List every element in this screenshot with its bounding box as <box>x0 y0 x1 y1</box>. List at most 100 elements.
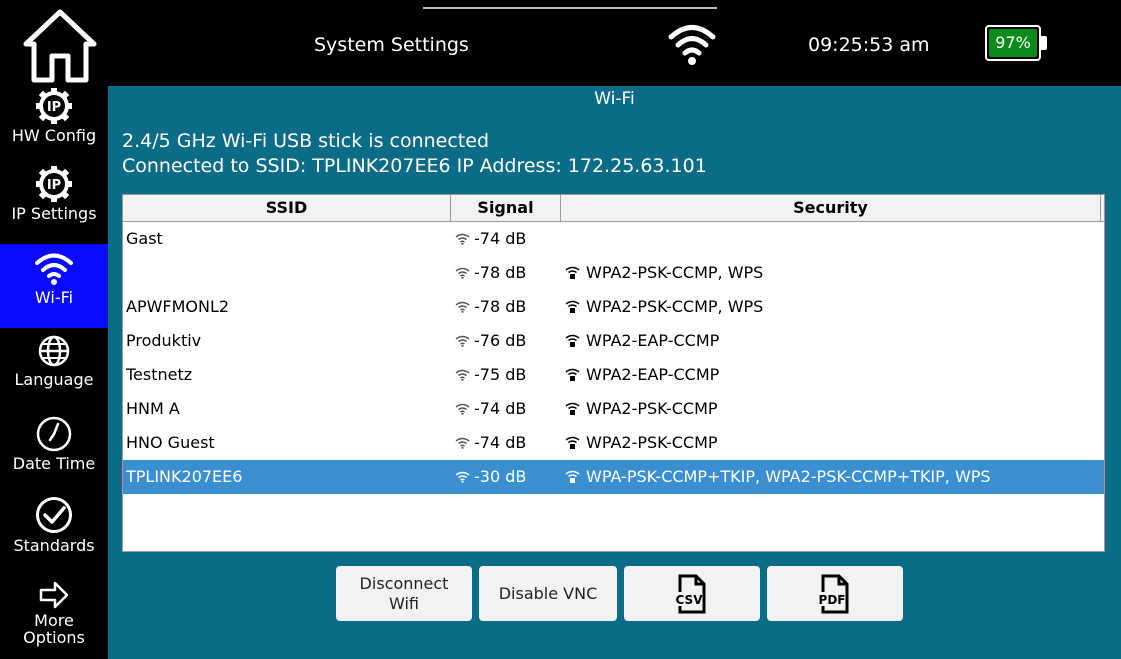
signal-value: -74 dB <box>474 399 527 418</box>
signal-value: -74 dB <box>474 433 527 452</box>
ip-gear-icon: IP <box>36 88 72 124</box>
table-row[interactable]: Produktiv -76 dB WPA2-EAP-CCMP <box>123 324 1104 358</box>
sidebar-item-label: Wi-Fi <box>34 288 74 307</box>
ip-gear-icon: IP <box>36 166 72 202</box>
disconnect-wifi-button[interactable]: Disconnect Wifi <box>336 566 472 621</box>
cell-ssid: HNM A <box>126 399 180 418</box>
clock-text: 09:25:53 am <box>808 34 930 56</box>
csv-icon-text: CSV <box>676 593 703 607</box>
table-row[interactable]: -78 dB WPA2-PSK-CCMP, WPS <box>123 256 1104 290</box>
check-circle-icon <box>36 497 72 533</box>
table-row[interactable]: HNM A -74 dB WPA2-PSK-CCMP <box>123 392 1104 426</box>
button-label: Disconnect <box>359 573 449 593</box>
battery-percent: 97% <box>995 33 1031 52</box>
cell-signal: -78 dB <box>455 290 526 324</box>
cell-ssid: Produktiv <box>126 331 202 350</box>
column-header-security[interactable]: Security <box>561 195 1101 221</box>
security-value: WPA2-EAP-CCMP <box>586 331 720 350</box>
lock-icon <box>565 470 580 483</box>
button-label: Disable VNC <box>498 583 598 603</box>
signal-value: -78 dB <box>474 297 527 316</box>
sidebar-item-label-line2: Options <box>23 628 85 647</box>
security-value: WPA-PSK-CCMP+TKIP, WPA2-PSK-CCMP+TKIP, W… <box>586 467 991 486</box>
status-line-connection: Connected to SSID: TPLINK207EE6 IP Addre… <box>122 155 707 177</box>
lock-icon <box>565 368 580 381</box>
wifi-network-table[interactable]: SSID Signal Security Gast -74 dB -78 dB WPA… <box>122 194 1105 552</box>
table-row[interactable]: APWFMONL2 -78 dB WPA2-PSK-CCMP, WPS <box>123 290 1104 324</box>
table-row[interactable]: HNO Guest -74 dB WPA2-PSK-CCMP <box>123 426 1104 460</box>
top-divider <box>423 7 717 9</box>
signal-value: -78 dB <box>474 263 527 282</box>
cell-security: WPA2-PSK-CCMP, WPS <box>565 256 763 290</box>
cell-signal: -75 dB <box>455 358 526 392</box>
globe-icon <box>38 335 70 367</box>
signal-icon <box>455 233 470 245</box>
security-value: WPA2-EAP-CCMP <box>586 365 720 384</box>
cell-security: WPA2-EAP-CCMP <box>565 358 719 392</box>
cell-signal: -74 dB <box>455 222 526 256</box>
top-bar: System Settings 09:25:53 am 97% <box>0 0 1121 86</box>
table-row[interactable]: Testnetz -75 dB WPA2-EAP-CCMP <box>123 358 1104 392</box>
disable-vnc-button[interactable]: Disable VNC <box>479 566 617 621</box>
sidebar-item-more-options[interactable]: More Options <box>0 580 108 659</box>
sidebar-item-standards[interactable]: Standards <box>0 496 108 572</box>
sidebar-item-label: Language <box>14 370 94 389</box>
table-header: SSID Signal Security <box>123 195 1104 222</box>
main-panel: Wi-Fi 2.4/5 GHz Wi-Fi USB stick is conne… <box>108 86 1121 659</box>
security-value: WPA2-PSK-CCMP, WPS <box>586 263 764 282</box>
svg-text:IP: IP <box>47 100 61 115</box>
cell-signal: -74 dB <box>455 392 526 426</box>
cell-security: WPA2-PSK-CCMP <box>565 426 718 460</box>
lock-icon <box>565 334 580 347</box>
signal-value: -76 dB <box>474 331 527 350</box>
cell-security: WPA-PSK-CCMP+TKIP, WPA2-PSK-CCMP+TKIP, W… <box>565 460 991 494</box>
signal-icon <box>455 403 470 415</box>
table-row[interactable]: Gast -74 dB <box>123 222 1104 256</box>
section-title: Wi-Fi <box>594 89 635 109</box>
cell-signal: -30 dB <box>455 460 526 494</box>
sidebar-item-language[interactable]: Language <box>0 334 108 410</box>
sidebar-item-label: HW Config <box>11 126 97 145</box>
cell-ssid: Gast <box>126 229 163 248</box>
cell-security: WPA2-PSK-CCMP <box>565 392 718 426</box>
export-pdf-button[interactable]: PDF <box>767 566 903 621</box>
lock-icon <box>565 266 580 279</box>
csv-file-icon: CSV <box>676 574 706 613</box>
sidebar-item-hw-config[interactable]: IP HW Config <box>0 88 108 160</box>
clock-icon <box>36 416 72 452</box>
battery-indicator: 97% <box>985 25 1049 63</box>
cell-signal: -76 dB <box>455 324 526 358</box>
pdf-file-icon: PDF <box>819 574 849 613</box>
sidebar: IP HW Config IP IP Settings Wi-Fi Langua… <box>0 86 108 659</box>
cell-ssid: HNO Guest <box>126 433 215 452</box>
table-row[interactable]: TPLINK207EE6 -30 dB WPA-PSK-CCMP+TKIP, WPA… <box>123 460 1104 494</box>
home-icon[interactable] <box>22 8 98 84</box>
sidebar-item-date-time[interactable]: Date Time <box>0 416 108 492</box>
column-header-ssid[interactable]: SSID <box>123 195 451 221</box>
signal-value: -75 dB <box>474 365 527 384</box>
signal-value: -74 dB <box>474 229 527 248</box>
signal-icon <box>455 335 470 347</box>
lock-icon <box>565 300 580 313</box>
sidebar-item-ip-settings[interactable]: IP IP Settings <box>0 166 108 240</box>
column-header-signal[interactable]: Signal <box>451 195 561 221</box>
sidebar-item-wifi[interactable]: Wi-Fi <box>0 244 108 328</box>
cell-security: WPA2-PSK-CCMP, WPS <box>565 290 763 324</box>
pdf-icon-text: PDF <box>819 593 845 607</box>
app-window: System Settings 09:25:53 am 97% IP HW Co… <box>0 0 1121 659</box>
cell-signal: -78 dB <box>455 256 526 290</box>
sidebar-item-label: Date Time <box>12 454 96 473</box>
svg-text:IP: IP <box>47 178 61 193</box>
sidebar-item-label: More <box>34 611 74 630</box>
export-csv-button[interactable]: CSV <box>624 566 760 621</box>
arrow-right-icon <box>39 581 69 609</box>
wifi-icon <box>668 25 716 65</box>
page-title: System Settings <box>314 34 469 56</box>
lock-icon <box>565 402 580 415</box>
security-value: WPA2-PSK-CCMP <box>586 433 718 452</box>
cell-ssid: APWFMONL2 <box>126 297 230 316</box>
cell-ssid: Testnetz <box>126 365 193 384</box>
signal-value: -30 dB <box>474 467 527 486</box>
signal-icon <box>455 471 470 483</box>
lock-icon <box>565 436 580 449</box>
